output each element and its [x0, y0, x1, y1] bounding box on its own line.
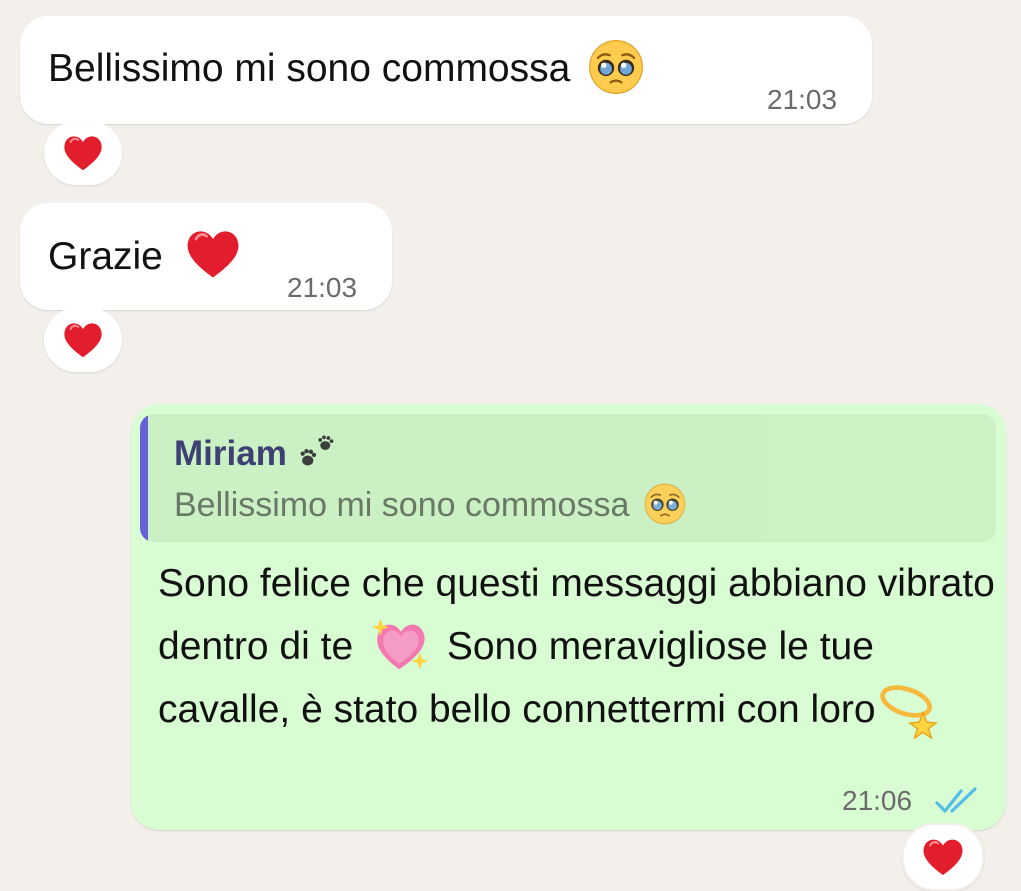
message-time: 21:03	[767, 84, 838, 115]
message-bubble-incoming[interactable]: Grazie 21:03	[20, 203, 392, 310]
message-body: Grazie	[48, 235, 163, 278]
message-text: Bellissimo mi sono commossa	[48, 45, 645, 96]
message-time: 21:03	[287, 272, 358, 303]
reaction-badge[interactable]	[44, 121, 122, 185]
red-heart-icon	[920, 834, 966, 880]
reply-quote[interactable]: Miriam Bellissimo mi sono commossa	[140, 414, 996, 542]
paw-prints-icon	[297, 433, 341, 473]
pleading-face-icon	[643, 482, 687, 526]
reaction-badge[interactable]	[44, 308, 122, 372]
read-double-check-icon	[935, 787, 977, 813]
pleading-face-icon	[587, 38, 645, 96]
quote-accent-bar	[140, 414, 148, 542]
quote-body: Bellissimo mi sono commossa	[174, 486, 630, 524]
sparkling-heart-icon	[370, 615, 432, 675]
message-time: 21:06	[842, 785, 913, 816]
red-heart-icon	[61, 131, 105, 175]
message-body: Bellissimo mi sono commossa	[48, 47, 571, 90]
message-bubble-incoming[interactable]: Bellissimo mi sono commossa 21:03	[20, 16, 872, 124]
red-heart-icon	[61, 318, 105, 362]
reaction-badge[interactable]	[902, 823, 984, 891]
message-text: Grazie	[48, 233, 246, 284]
dizzy-icon	[876, 679, 940, 739]
message-text: Sono felice che questi messaggi abbiano …	[158, 552, 996, 741]
quote-text: Bellissimo mi sono commossa	[174, 486, 687, 526]
quote-author: Miriam	[174, 434, 341, 474]
red-heart-icon	[180, 224, 246, 284]
quote-author-name: Miriam	[174, 434, 287, 473]
